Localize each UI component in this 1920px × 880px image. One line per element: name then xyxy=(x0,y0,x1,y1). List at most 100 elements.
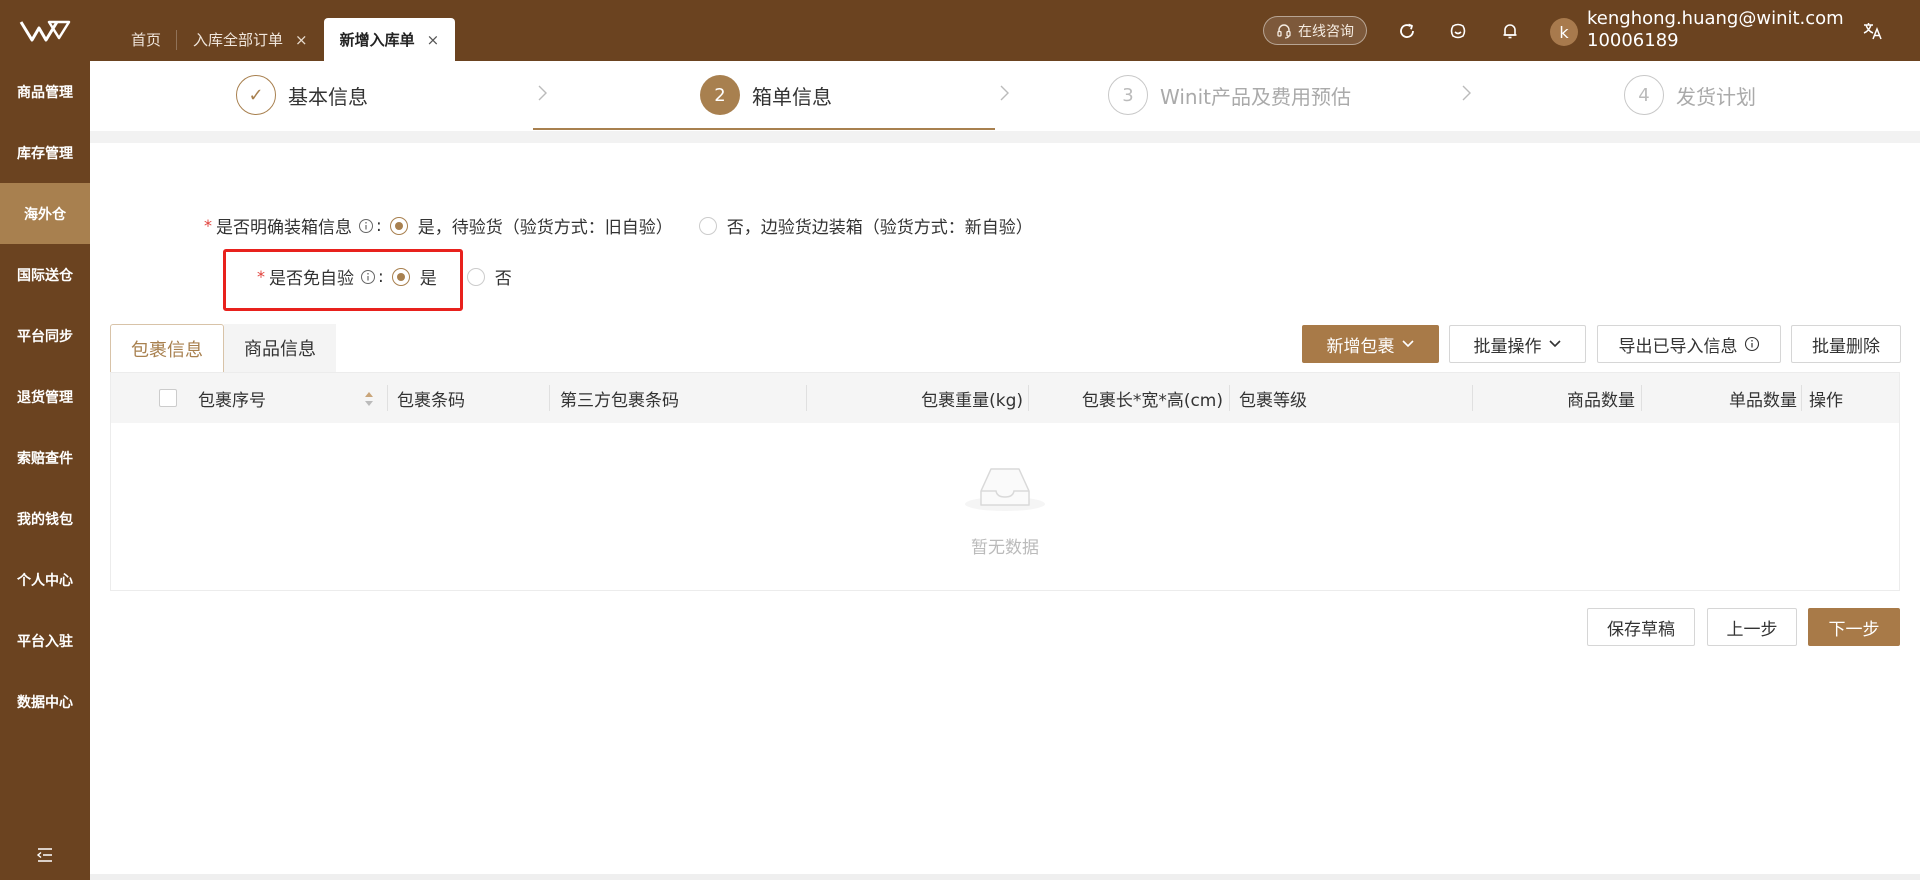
sidebar-item-claims[interactable]: 索赔查件 xyxy=(0,427,90,488)
tab-package-info[interactable]: 包裹信息 xyxy=(110,324,224,372)
active-step-underline xyxy=(533,128,995,130)
sidebar-item-returns-management[interactable]: 退货管理 xyxy=(0,366,90,427)
divider xyxy=(90,131,1920,143)
packing-info-no-radio[interactable] xyxy=(698,216,717,235)
info-icon[interactable] xyxy=(358,218,374,234)
face-icon[interactable] xyxy=(1447,20,1469,42)
sidebar-item-wallet[interactable]: 我的钱包 xyxy=(0,488,90,549)
chevron-right-icon xyxy=(1000,85,1009,101)
empty-inbox-icon xyxy=(965,468,1045,511)
packing-info-yes-radio[interactable] xyxy=(389,216,408,235)
translate-icon[interactable] xyxy=(1862,20,1884,42)
bottom-divider xyxy=(90,874,1920,880)
package-table: 包裹序号 包裹条码 第三方包裹条码 包裹重量(kg) 包裹长*宽*高(cm) 包… xyxy=(110,372,1900,591)
user-info[interactable]: kenghong.huang@winit.com 10006189 xyxy=(1587,8,1844,52)
packing-info-row: * 是否明确装箱信息 : 是，待验货（验货方式：旧自验） 否，边验货边装箱（验货… xyxy=(204,213,1033,239)
prev-step-label: 上一步 xyxy=(1726,619,1778,640)
next-step-button[interactable]: 下一步 xyxy=(1808,608,1900,646)
sidebar-item-product-management[interactable]: 商品管理 xyxy=(0,61,90,122)
exempt-inspection-no-radio[interactable] xyxy=(466,267,485,286)
tab-new-inbound-order-label: 新增入库单 xyxy=(339,31,415,49)
tab-inbound-all-orders-label: 入库全部订单 xyxy=(193,31,284,49)
packing-info-no-label[interactable]: 否，边验货边装箱（验货方式：新自验） xyxy=(727,213,1033,238)
close-icon[interactable]: × xyxy=(427,31,440,49)
avatar[interactable]: k xyxy=(1550,18,1578,46)
sidebar-item-platform-entry[interactable]: 平台入驻 xyxy=(0,610,90,671)
prev-step-button[interactable]: 上一步 xyxy=(1707,608,1797,646)
column-header: 包裹重量(kg) xyxy=(921,390,1023,411)
winit-logo[interactable] xyxy=(0,0,90,61)
page-tabs: 首页 入库全部订单 × 新增入库单 × xyxy=(115,18,456,61)
column-header: 第三方包裹条码 xyxy=(560,390,679,411)
sidebar-item-overseas-warehouse[interactable]: 海外仓 xyxy=(0,183,90,244)
sort-icon[interactable] xyxy=(363,390,375,408)
tab-home[interactable]: 首页 xyxy=(115,18,178,61)
sidebar: 商品管理 库存管理 海外仓 国际送仓 平台同步 退货管理 索赔查件 我的钱包 个… xyxy=(0,61,90,880)
content-tabs: 包裹信息 商品信息 xyxy=(110,324,336,372)
step-label: 基本信息 xyxy=(288,84,368,109)
batch-delete-button[interactable]: 批量删除 xyxy=(1791,325,1901,363)
column-header: 包裹条码 xyxy=(397,390,465,411)
collapse-menu-icon[interactable] xyxy=(36,847,54,863)
top-bar: 首页 入库全部订单 × 新增入库单 × 在线咨询 k kenghong.huan… xyxy=(0,0,1920,61)
table-empty-state: 暂无数据 xyxy=(111,423,1899,591)
step-label: 发货计划 xyxy=(1676,84,1756,109)
required-mark: * xyxy=(204,216,212,235)
exempt-inspection-no-label[interactable]: 否 xyxy=(495,264,512,289)
batch-operations-label: 批量操作 xyxy=(1473,336,1542,357)
logo-icon xyxy=(19,20,71,41)
step-check-icon: ✓ xyxy=(236,75,276,115)
chevron-right-icon xyxy=(1462,85,1471,101)
step-winit-products[interactable]: 3 Winit产品及费用预估 xyxy=(1108,75,1351,115)
step-label: Winit产品及费用预估 xyxy=(1160,84,1351,109)
sidebar-item-international-delivery[interactable]: 国际送仓 xyxy=(0,244,90,305)
table-header: 包裹序号 包裹条码 第三方包裹条码 包裹重量(kg) 包裹长*宽*高(cm) 包… xyxy=(111,373,1899,423)
select-all-checkbox[interactable] xyxy=(159,389,177,407)
tab-inbound-all-orders[interactable]: 入库全部订单 × xyxy=(177,18,324,61)
column-header: 包裹序号 xyxy=(198,390,266,411)
highlight-annotation-box xyxy=(223,249,463,311)
colon: : xyxy=(376,215,382,236)
tab-new-inbound-order[interactable]: 新增入库单 × xyxy=(323,18,456,61)
close-icon[interactable]: × xyxy=(295,31,308,49)
refresh-icon[interactable] xyxy=(1396,20,1418,42)
step-shipping-plan[interactable]: 4 发货计划 xyxy=(1624,75,1756,115)
export-imported-button[interactable]: 导出已导入信息 xyxy=(1597,325,1781,363)
step-packing-list[interactable]: 2 箱单信息 xyxy=(700,75,832,115)
user-email: kenghong.huang@winit.com xyxy=(1587,8,1844,29)
user-id: 10006189 xyxy=(1587,30,1679,51)
empty-text: 暂无数据 xyxy=(971,538,1039,558)
save-draft-button[interactable]: 保存草稿 xyxy=(1587,608,1695,646)
save-draft-label: 保存草稿 xyxy=(1607,619,1675,640)
step-label: 箱单信息 xyxy=(752,84,832,109)
sidebar-item-data-center[interactable]: 数据中心 xyxy=(0,671,90,732)
online-consult-label: 在线咨询 xyxy=(1298,23,1354,40)
chevron-down-icon xyxy=(1548,340,1561,348)
headset-icon xyxy=(1277,23,1291,39)
sidebar-item-inventory-management[interactable]: 库存管理 xyxy=(0,122,90,183)
online-consult-button[interactable]: 在线咨询 xyxy=(1263,16,1367,45)
step-basic-info[interactable]: ✓ 基本信息 xyxy=(236,75,368,115)
sidebar-item-platform-sync[interactable]: 平台同步 xyxy=(0,305,90,366)
tab-home-label: 首页 xyxy=(131,31,162,49)
column-header: 操作 xyxy=(1809,390,1843,411)
step-number: 2 xyxy=(700,75,740,115)
packing-info-yes-label[interactable]: 是，待验货（验货方式：旧自验） xyxy=(418,213,673,238)
export-imported-label: 导出已导入信息 xyxy=(1618,336,1738,357)
tab-product-info[interactable]: 商品信息 xyxy=(224,324,336,372)
add-package-label: 新增包裹 xyxy=(1326,336,1395,357)
sidebar-item-personal-center[interactable]: 个人中心 xyxy=(0,549,90,610)
column-header: 包裹长*宽*高(cm) xyxy=(1081,390,1223,411)
column-header: 单品数量 xyxy=(1729,390,1797,411)
add-package-button[interactable]: 新增包裹 xyxy=(1302,325,1439,363)
next-step-label: 下一步 xyxy=(1828,619,1880,640)
bell-icon[interactable] xyxy=(1499,20,1521,42)
chevron-right-icon xyxy=(538,85,547,101)
batch-operations-button[interactable]: 批量操作 xyxy=(1449,325,1586,363)
batch-delete-label: 批量删除 xyxy=(1812,336,1880,357)
step-number: 4 xyxy=(1624,75,1664,115)
chevron-down-icon xyxy=(1401,340,1414,348)
steps-bar: ✓ 基本信息 2 箱单信息 3 Winit产品及费用预估 4 发货计划 xyxy=(90,61,1920,131)
column-header: 商品数量 xyxy=(1567,390,1635,411)
column-header: 包裹等级 xyxy=(1239,390,1307,411)
